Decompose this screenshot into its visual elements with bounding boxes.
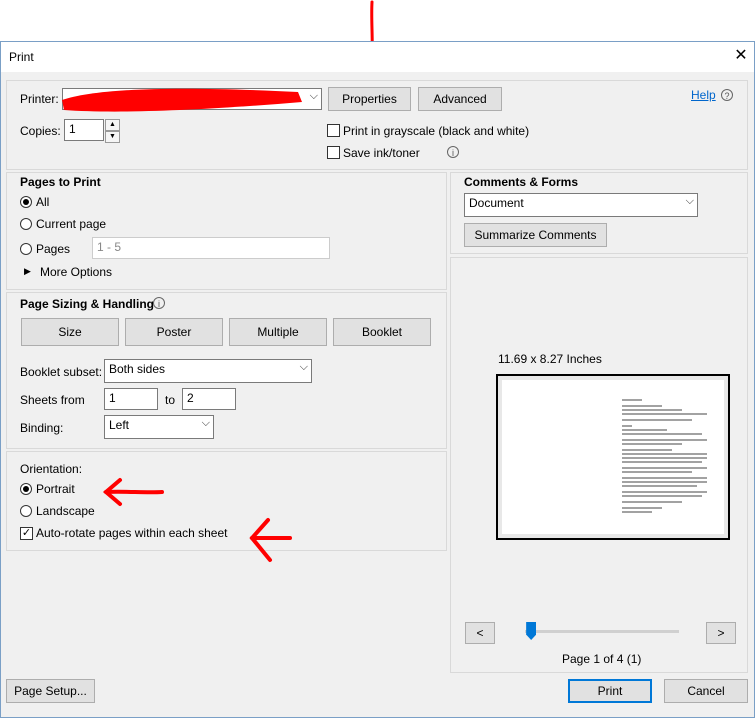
current-page-radio[interactable]: [20, 218, 32, 230]
copies-label: Copies:: [20, 124, 61, 138]
orientation-label: Orientation:: [20, 462, 83, 476]
pages-radio[interactable]: [20, 243, 32, 255]
page-status: Page 1 of 4 (1): [562, 652, 642, 666]
chevron-down-icon: ⌵: [685, 195, 694, 207]
all-pages-label: All: [36, 195, 50, 209]
chevron-down-icon: ⌵: [309, 90, 318, 102]
pages-range-input[interactable]: 1 - 5: [92, 237, 330, 259]
autorotate-label: Auto-rotate pages within each sheet: [36, 526, 228, 540]
chevron-down-icon: ⌵: [201, 417, 210, 429]
left-arrow-annotation-icon: [102, 478, 164, 506]
booklet-subset-label: Booklet subset:: [20, 365, 103, 379]
left-arrow-annotation-icon: [249, 518, 292, 562]
comments-forms-title: Comments & Forms: [464, 175, 579, 189]
booklet-button[interactable]: Booklet: [333, 318, 431, 346]
sheets-to-input[interactable]: 2: [182, 388, 236, 410]
landscape-radio[interactable]: [20, 505, 32, 517]
comments-select[interactable]: Document ⌵: [464, 193, 698, 217]
portrait-label: Portrait: [36, 482, 75, 496]
properties-button[interactable]: Properties: [328, 87, 411, 111]
info-icon[interactable]: i: [447, 146, 459, 158]
chevron-down-icon: ⌵: [299, 361, 308, 373]
to-label: to: [165, 393, 176, 407]
booklet-subset-value: Both sides: [109, 362, 166, 376]
triangle-right-icon[interactable]: ▶: [24, 266, 31, 277]
autorotate-checkbox[interactable]: ✓: [20, 527, 33, 540]
window-title: Print: [9, 50, 34, 64]
pages-to-print-title: Pages to Print: [20, 175, 101, 189]
binding-select[interactable]: Left ⌵: [104, 415, 214, 439]
all-pages-radio[interactable]: [20, 196, 32, 208]
cancel-button[interactable]: Cancel: [664, 679, 748, 703]
page-slider-track[interactable]: [525, 630, 679, 633]
pages-label: Pages: [36, 242, 71, 256]
summarize-comments-button[interactable]: Summarize Comments: [464, 223, 607, 247]
binding-value: Left: [109, 418, 130, 432]
binding-label: Binding:: [20, 421, 64, 435]
info-icon[interactable]: i: [153, 297, 165, 309]
close-icon[interactable]: ✕: [732, 46, 750, 66]
print-button[interactable]: Print: [568, 679, 652, 703]
size-button[interactable]: Size: [21, 318, 119, 346]
preview-page: [496, 374, 730, 540]
grayscale-label: Print in grayscale (black and white): [343, 124, 530, 138]
redaction-mark: [62, 88, 302, 112]
copies-input[interactable]: 1: [64, 119, 104, 141]
title-bar: [1, 42, 754, 72]
preview-size-label: 11.69 x 8.27 Inches: [498, 352, 602, 366]
copies-stepper[interactable]: ▲ ▼: [105, 119, 120, 143]
next-page-button[interactable]: >: [706, 622, 736, 644]
landscape-label: Landscape: [36, 504, 95, 518]
comments-select-value: Document: [469, 196, 524, 210]
portrait-radio[interactable]: [20, 483, 32, 495]
grayscale-checkbox[interactable]: [327, 124, 340, 137]
previous-page-button[interactable]: <: [465, 622, 495, 644]
help-link[interactable]: Help: [691, 88, 716, 102]
help-info-icon[interactable]: ?: [721, 89, 733, 101]
sheets-from-label: Sheets from: [20, 393, 85, 407]
booklet-subset-select[interactable]: Both sides ⌵: [104, 359, 312, 383]
advanced-button[interactable]: Advanced: [418, 87, 502, 111]
current-page-label: Current page: [36, 217, 107, 231]
printer-label: Printer:: [20, 92, 59, 106]
save-ink-checkbox[interactable]: [327, 146, 340, 159]
multiple-button[interactable]: Multiple: [229, 318, 327, 346]
save-ink-label: Save ink/toner: [343, 146, 420, 160]
poster-button[interactable]: Poster: [125, 318, 223, 346]
more-options-toggle[interactable]: More Options: [40, 265, 112, 279]
sheets-from-input[interactable]: 1: [104, 388, 158, 410]
preview-text-lines: [622, 399, 707, 513]
page-setup-button[interactable]: Page Setup...: [6, 679, 95, 703]
page-sizing-title: Page Sizing & Handling: [20, 297, 155, 311]
